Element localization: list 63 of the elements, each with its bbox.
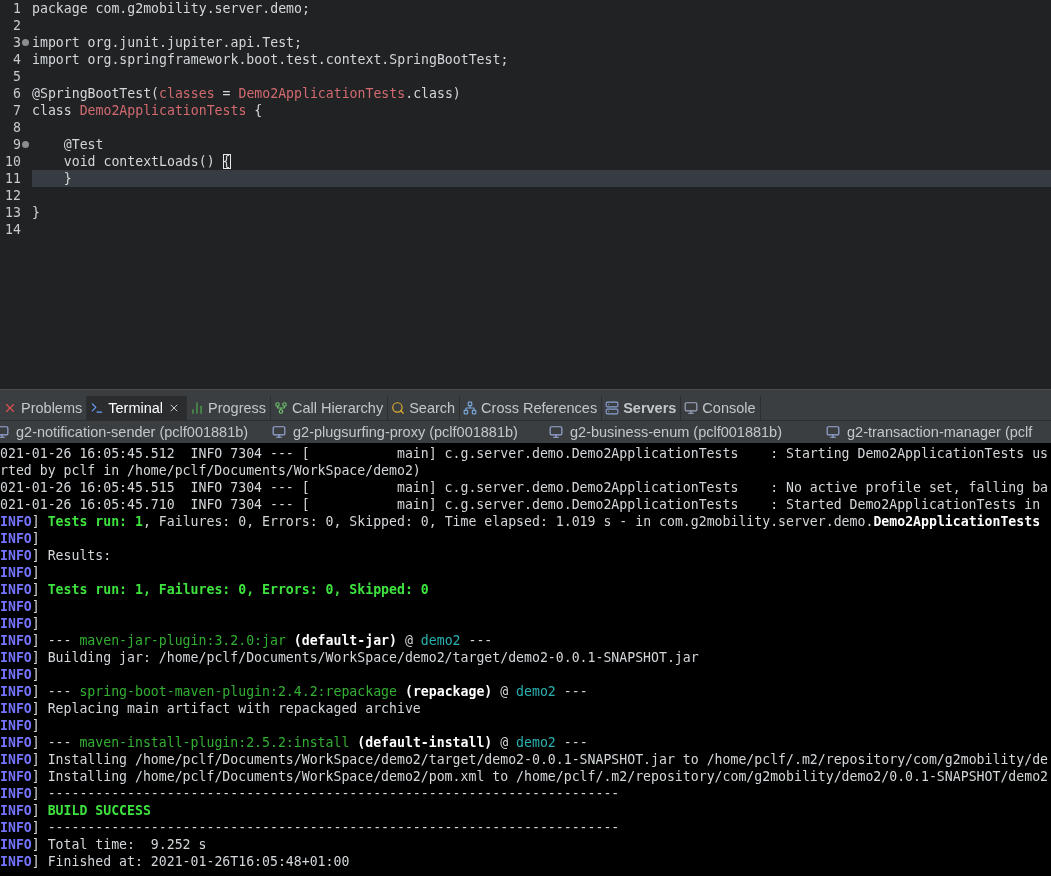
- code-line: import org.junit.jupiter.api.Test;: [32, 35, 302, 50]
- code-line: @SpringBootTest(classes = Demo2ApplicationTests.class): [32, 86, 461, 101]
- monitor-icon: [548, 424, 564, 440]
- line-number: 7: [12, 102, 21, 119]
- line-number: 2: [12, 17, 21, 34]
- console-line: INFO] --- maven-install-plugin:2.5.2:install (default-install) @ demo2 ---: [0, 734, 589, 751]
- console-line: INFO] Installing /home/pclf/Documents/WorkSpace/demo2/pom.xml to /home/pclf/.m2/repository/com/g2mobility/demo2/0.0.1-SNAPSHOT/demo2: [0, 768, 1050, 785]
- console-line: INFO]: [0, 564, 41, 581]
- console-line: INFO] Results:: [0, 547, 113, 564]
- console-line: INFO] --- spring-boot-maven-plugin:2.4.2:repackage (repackage) @ demo2 ---: [0, 683, 589, 700]
- code-line: class Demo2ApplicationTests {: [32, 103, 263, 118]
- console-line: INFO] Tests run: 1, Failures: 0, Errors: 0, Skipped: 0, Time elapsed: 1.019 s - in com.g2mobility.server.demo.Demo2ApplicationTests: [0, 513, 1042, 530]
- console-line: INFO] Total time: 9.252 s: [0, 836, 208, 853]
- line-number: 10: [4, 153, 21, 170]
- code-line: import org.springframework.boot.test.context.SpringBootTest;: [32, 52, 509, 67]
- monitor-icon: [683, 400, 700, 416]
- console-line: INFO] Finished at: 2021-01-26T16:05:48+01:00: [0, 853, 351, 870]
- line-number: 6: [12, 85, 21, 102]
- console-line: INFO]: [0, 615, 41, 632]
- console-session-tab[interactable]: g2-transaction-manager (pclf: [825, 424, 1051, 440]
- console-line: INFO] ------------------------------------------------------------------------: [0, 819, 621, 836]
- console-line: INFO]: [0, 666, 41, 683]
- console-line: INFO]: [0, 530, 41, 547]
- console-line: INFO] --- maven-jar-plugin:3.2.0:jar (default-jar) @ demo2 ---: [0, 632, 494, 649]
- server-icon: [604, 400, 621, 416]
- code-line: package com.g2mobility.server.demo;: [32, 1, 310, 16]
- console-session-tab[interactable]: g2-notification-sender (pclf001881b): [0, 424, 271, 440]
- console-line: INFO] Tests run: 1, Failures: 0, Errors: 0, Skipped: 0: [0, 581, 430, 598]
- view-tab[interactable]: Terminal: [87, 396, 188, 420]
- line-number: 1: [12, 0, 21, 17]
- code-line: }: [32, 205, 40, 220]
- console-line: INFO]: [0, 717, 41, 734]
- code-line: void contextLoads() {: [62, 154, 231, 169]
- line-number: 9: [12, 136, 21, 153]
- console-line: INFO] Installing /home/pclf/Documents/WorkSpace/demo2/target/demo2-0.0.1-SNAPSHOT.jar to /home/pclf/.m2/repository/com/g2mobility/de: [0, 751, 1050, 768]
- hierarchy-icon: [273, 400, 290, 416]
- console-line: 021-01-26 16:05:45.710 INFO 7304 --- [ main] c.g.server.demo.Demo2ApplicationTests : Started Demo2ApplicationTests in: [0, 496, 1042, 513]
- line-number: 4: [12, 51, 21, 68]
- console-line: rted by pclf in /home/pclf/Documents/WorkSpace/demo2): [0, 462, 422, 479]
- console-line: INFO] Replacing main artifact with repackaged archive: [0, 700, 422, 717]
- fold-icon[interactable]: [22, 141, 29, 148]
- code-line: @Test: [62, 137, 104, 152]
- line-number: 13: [4, 204, 21, 221]
- line-number: 3: [12, 34, 21, 51]
- console-line: INFO]: [0, 598, 41, 615]
- console-line: INFO] ------------------------------------------------------------------------: [0, 785, 621, 802]
- console-line: INFO] Building jar: /home/pclf/Documents/WorkSpace/demo2/target/demo2-0.0.1-SNAPSHOT.jar: [0, 649, 700, 666]
- code-line: }: [62, 171, 72, 186]
- network-icon: [462, 400, 479, 416]
- monitor-icon: [271, 424, 287, 440]
- line-number: 12: [4, 187, 21, 204]
- search-icon: [390, 400, 407, 416]
- console-session-tab[interactable]: g2-business-enum (pclf001881b): [548, 424, 825, 440]
- console-line: 021-01-26 16:05:45.512 INFO 7304 --- [ main] c.g.server.demo.Demo2ApplicationTests : Starting Demo2ApplicationTests us: [0, 445, 1050, 462]
- console-line: INFO] BUILD SUCCESS: [0, 802, 152, 819]
- fold-icon[interactable]: [22, 39, 29, 46]
- line-number: 5: [12, 68, 21, 85]
- line-number: 14: [4, 221, 21, 238]
- console-line: 021-01-26 16:05:45.515 INFO 7304 --- [ main] c.g.server.demo.Demo2ApplicationTests : No active profile set, falling ba: [0, 479, 1050, 496]
- line-number: 11: [4, 170, 21, 187]
- monitor-icon: [825, 424, 841, 440]
- line-number: 8: [12, 119, 21, 136]
- console-session-tab[interactable]: g2-plugsurfing-proxy (pclf001881b): [271, 424, 548, 440]
